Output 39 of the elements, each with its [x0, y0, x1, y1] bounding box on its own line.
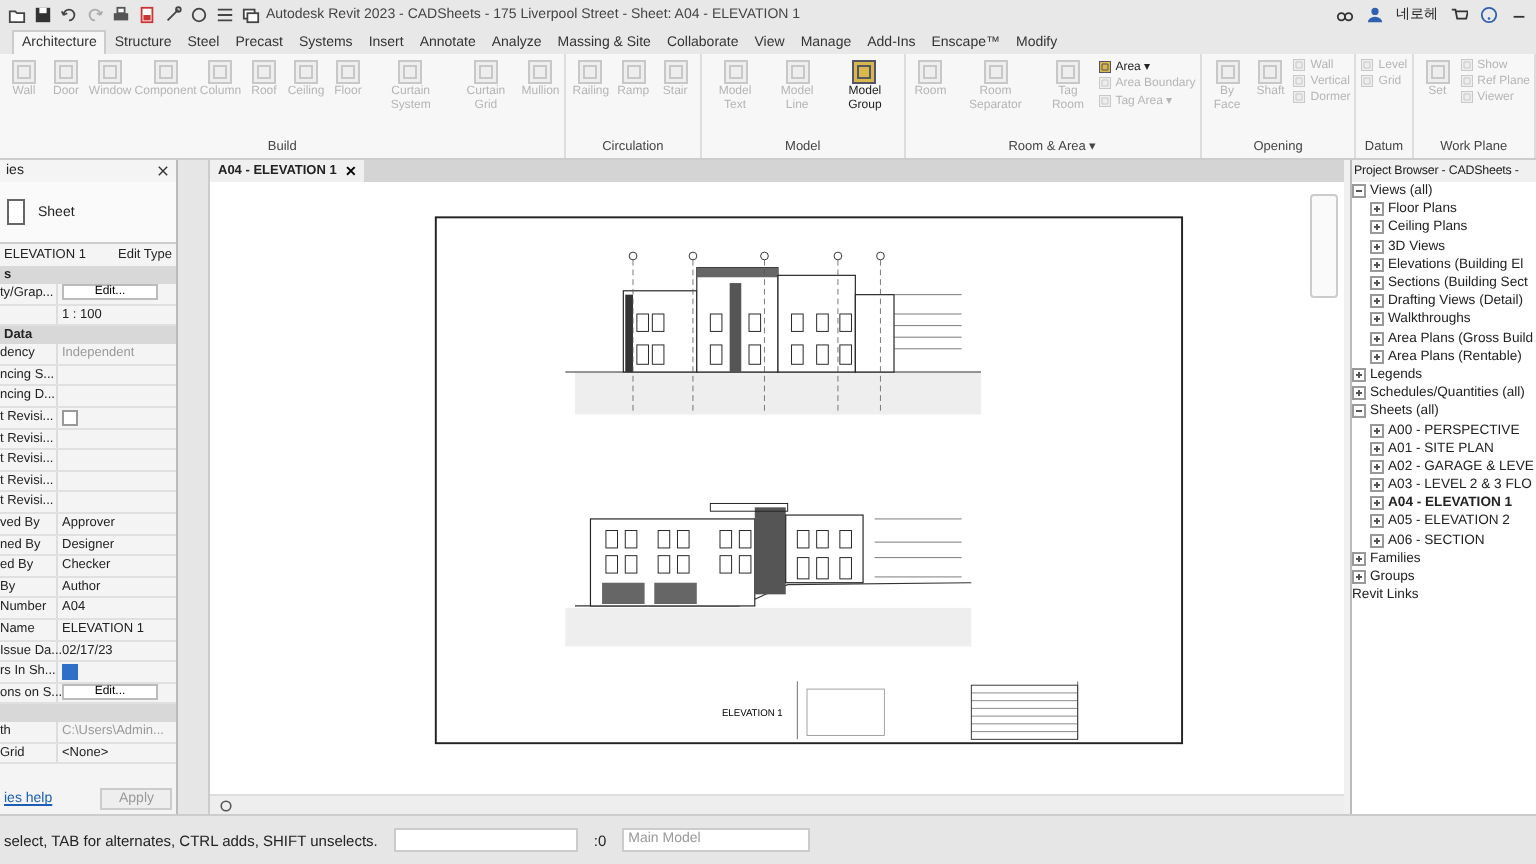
collapse-icon[interactable]	[1352, 404, 1366, 419]
expand-icon[interactable]	[1370, 533, 1384, 548]
save-icon[interactable]	[34, 5, 52, 23]
expand-icon[interactable]	[1352, 551, 1366, 566]
expand-icon[interactable]	[1370, 202, 1384, 217]
expand-icon[interactable]	[1370, 331, 1384, 346]
expand-icon[interactable]	[1352, 570, 1366, 585]
expand-icon[interactable]	[1352, 367, 1366, 382]
expand-icon[interactable]	[1370, 276, 1384, 291]
expand-icon[interactable]	[1370, 459, 1384, 474]
sheet-icon	[6, 198, 26, 226]
pdf-icon[interactable]	[138, 5, 156, 23]
expand-icon[interactable]	[1352, 386, 1366, 401]
help-icon[interactable]	[1480, 5, 1498, 23]
expand-icon[interactable]	[1370, 478, 1384, 493]
close-icon[interactable]	[156, 164, 170, 178]
expand-icon[interactable]	[1370, 239, 1384, 254]
checkbox[interactable]	[62, 664, 78, 681]
switch-windows-icon[interactable]	[242, 5, 260, 23]
expand-icon[interactable]	[1370, 312, 1384, 327]
expand-icon[interactable]	[1370, 349, 1384, 364]
undo-icon[interactable]	[60, 5, 78, 23]
expand-icon[interactable]	[1370, 423, 1384, 438]
expand-icon[interactable]	[1370, 441, 1384, 456]
expand-icon[interactable]	[1370, 496, 1384, 511]
collapse-icon[interactable]	[1352, 184, 1366, 199]
cart-icon[interactable]	[1450, 5, 1468, 23]
expand-icon[interactable]	[1370, 294, 1384, 309]
expand-icon[interactable]	[1370, 257, 1384, 272]
expand-icon[interactable]	[1370, 220, 1384, 235]
view-control-icon[interactable]	[218, 797, 234, 813]
thin-lines-icon[interactable]	[216, 5, 234, 23]
tool-icon	[850, 58, 879, 86]
printer-icon[interactable]	[112, 5, 130, 23]
expand-icon[interactable]	[1370, 514, 1384, 529]
checkbox[interactable]	[62, 409, 78, 426]
measure-icon[interactable]	[164, 5, 182, 23]
user-icon[interactable]	[1366, 5, 1384, 23]
folder-icon[interactable]	[8, 5, 26, 23]
